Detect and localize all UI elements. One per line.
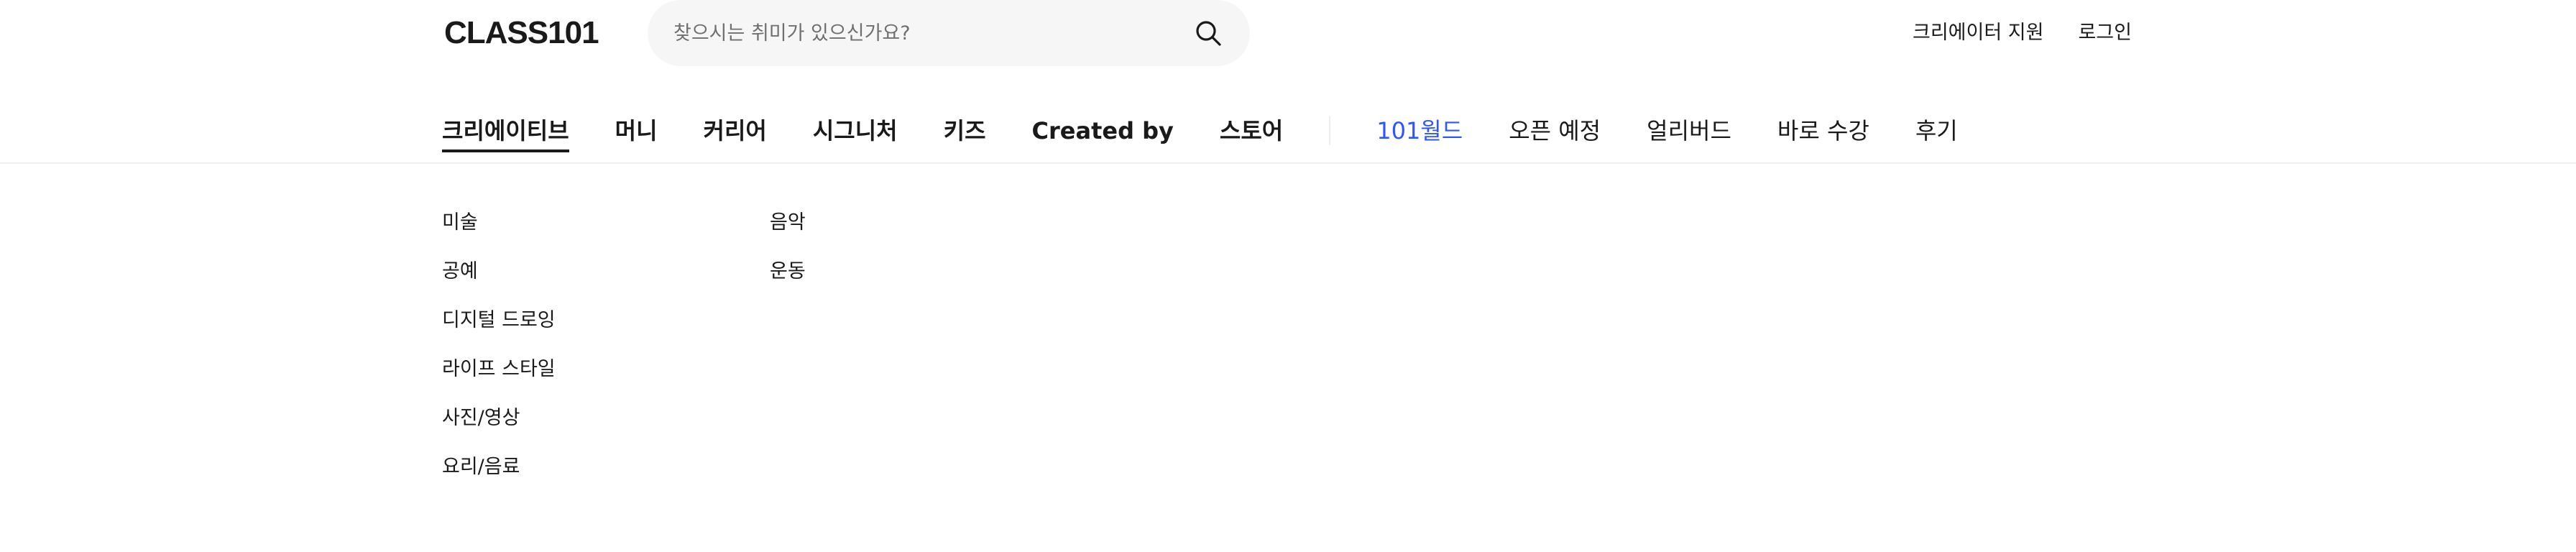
search-bar — [648, 0, 1250, 66]
category-submenu: 미술 공예 디지털 드로잉 라이프 스타일 사진/영상 요리/음료 음악 운동 — [442, 208, 806, 482]
nav-item-career[interactable]: 커리어 — [704, 112, 767, 150]
nav-item-open-soon[interactable]: 오픈 예정 — [1509, 112, 1601, 150]
submenu-item-photo-video[interactable]: 사진/영상 — [442, 404, 770, 433]
nav-item-created-by[interactable]: Created by — [1032, 112, 1174, 150]
nav-item-early-bird[interactable]: 얼리버드 — [1647, 112, 1731, 150]
top-links: 크리에이터 지원 로그인 — [1913, 19, 2132, 47]
submenu-item-craft[interactable]: 공예 — [442, 257, 770, 286]
submenu-item-digital-drawing[interactable]: 디지털 드로잉 — [442, 306, 770, 335]
nav-item-101world[interactable]: 101월드 — [1376, 112, 1463, 150]
creator-support-link[interactable]: 크리에이터 지원 — [1913, 19, 2043, 47]
submenu-item-cooking-drinks[interactable]: 요리/음료 — [442, 453, 770, 482]
submenu-column-1: 미술 공예 디지털 드로잉 라이프 스타일 사진/영상 요리/음료 — [442, 208, 770, 482]
nav-item-kids[interactable]: 키즈 — [944, 112, 986, 150]
login-link[interactable]: 로그인 — [2078, 19, 2132, 47]
header-divider — [0, 162, 2576, 164]
class101-logo[interactable]: CLASS101 — [444, 14, 599, 52]
nav-divider — [1329, 116, 1331, 145]
nav-item-instant-enroll[interactable]: 바로 수강 — [1777, 112, 1869, 150]
submenu-item-exercise[interactable]: 운동 — [770, 257, 806, 286]
search-input[interactable] — [672, 21, 1135, 45]
submenu-item-art[interactable]: 미술 — [442, 208, 770, 237]
search-icon[interactable] — [1192, 17, 1224, 49]
submenu-item-music[interactable]: 음악 — [770, 208, 806, 237]
nav-item-money[interactable]: 머니 — [615, 112, 658, 150]
nav-item-store[interactable]: 스토어 — [1220, 112, 1283, 150]
nav-item-reviews[interactable]: 후기 — [1915, 112, 1958, 150]
submenu-item-lifestyle[interactable]: 라이프 스타일 — [442, 355, 770, 384]
nav-item-creative[interactable]: 크리에이티브 — [442, 112, 569, 152]
nav-item-signature[interactable]: 시그니처 — [813, 112, 898, 150]
submenu-column-2: 음악 운동 — [770, 208, 806, 482]
category-nav: 크리에이티브 머니 커리어 시그니처 키즈 Created by 스토어 101… — [442, 112, 2004, 152]
